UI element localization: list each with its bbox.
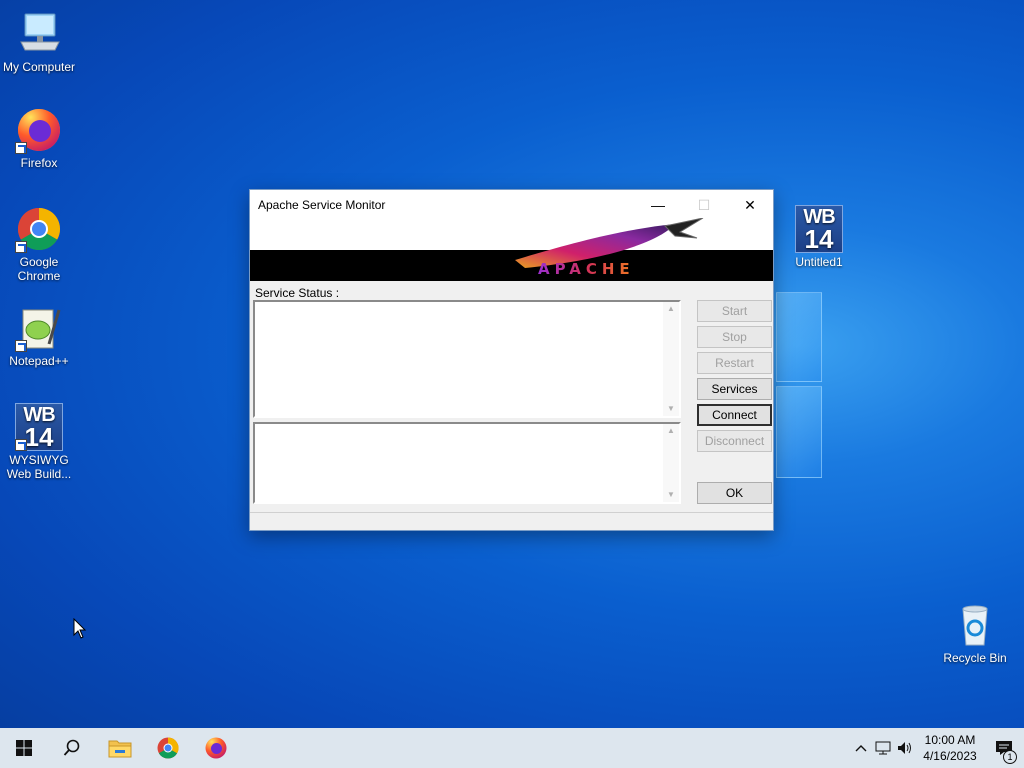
connect-button[interactable]: Connect (697, 404, 772, 426)
start-button[interactable] (0, 728, 48, 768)
taskbar: 10:00 AM 4/16/2023 1 (0, 728, 1024, 768)
apache-banner-text: APACHE (538, 260, 635, 278)
services-button[interactable]: Services (697, 378, 772, 400)
scroll-up-icon[interactable]: ▲ (663, 424, 679, 438)
minimize-button[interactable]: — (635, 190, 681, 220)
firefox-icon (15, 106, 63, 154)
chrome-icon (15, 205, 63, 253)
desktop-icon-chrome[interactable]: Google Chrome (1, 205, 77, 283)
desktop-icon-recycle-bin[interactable]: Recycle Bin (937, 601, 1013, 665)
file-explorer-icon (108, 740, 132, 758)
title-bar[interactable]: Apache Service Monitor — ☐ ✕ (250, 190, 773, 220)
clock-time: 10:00 AM (924, 733, 976, 747)
desktop-icon-firefox[interactable]: Firefox (1, 106, 77, 170)
desktop-icon-label: My Computer (2, 60, 76, 74)
shortcut-arrow-icon (15, 241, 27, 253)
search-icon (63, 739, 80, 756)
desktop-icon-label: Google Chrome (17, 255, 61, 283)
status-messages-list[interactable]: ▲ ▼ (253, 422, 681, 504)
desktop-icon-my-computer[interactable]: My Computer (1, 10, 77, 74)
wb-tile-line2: 14 (804, 224, 834, 254)
restart-button[interactable]: Restart (697, 352, 772, 374)
notification-count-badge: 1 (1003, 750, 1017, 764)
notepadpp-icon (15, 304, 63, 352)
shortcut-arrow-icon (15, 340, 27, 352)
status-messages-scrollbar[interactable]: ▲ ▼ (663, 424, 679, 502)
show-hidden-icons-chevron-icon[interactable] (850, 728, 872, 768)
desktop-icon-label: Untitled1 (795, 255, 843, 269)
scroll-down-icon[interactable]: ▼ (663, 488, 679, 502)
taskbar-chrome[interactable] (144, 728, 192, 768)
mouse-cursor-icon (73, 618, 87, 639)
window-status-bar (250, 512, 773, 530)
wysiwyg-icon: WB 14 (795, 205, 843, 253)
ok-button[interactable]: OK (697, 482, 772, 504)
desktop-icon-label: Recycle Bin (943, 651, 1007, 665)
close-button[interactable]: ✕ (727, 190, 773, 220)
scroll-down-icon[interactable]: ▼ (663, 402, 679, 416)
maximize-button[interactable]: ☐ (681, 190, 727, 220)
recycle-bin-icon (951, 601, 999, 649)
computer-icon (15, 10, 63, 58)
clock-date: 4/16/2023 (923, 749, 977, 763)
taskbar-search-button[interactable] (48, 728, 96, 768)
apache-service-monitor-window: Apache Service Monitor — ☐ ✕ APACHE Serv… (249, 189, 774, 531)
taskbar-firefox[interactable] (192, 728, 240, 768)
services-list-scrollbar[interactable]: ▲ ▼ (663, 302, 679, 416)
volume-icon[interactable] (894, 728, 916, 768)
wallpaper-pane-top (776, 292, 822, 382)
taskbar-clock[interactable]: 10:00 AM 4/16/2023 (916, 732, 984, 764)
services-list[interactable]: ▲ ▼ (253, 300, 681, 418)
apache-banner: APACHE (250, 218, 773, 281)
firefox-icon (205, 737, 227, 759)
system-tray: 10:00 AM 4/16/2023 1 (850, 728, 1024, 768)
desktop-icon-label: WYSIWYG Web Build... (6, 453, 72, 481)
desktop-icon-wysiwyg[interactable]: WB 14 WYSIWYG Web Build... (1, 403, 77, 481)
desktop-icon-label: Notepad++ (9, 354, 69, 368)
windows-start-icon (16, 740, 32, 756)
taskbar-file-explorer[interactable] (96, 728, 144, 768)
wysiwyg-icon: WB 14 (15, 403, 63, 451)
desktop-icon-untitled1[interactable]: WB 14 Untitled1 (781, 205, 857, 269)
desktop-icon-label: Firefox (20, 156, 58, 170)
window-title: Apache Service Monitor (258, 198, 386, 212)
stop-button[interactable]: Stop (697, 326, 772, 348)
scroll-up-icon[interactable]: ▲ (663, 302, 679, 316)
action-center-button[interactable]: 1 (984, 728, 1024, 768)
start-button[interactable]: Start (697, 300, 772, 322)
chrome-icon (157, 737, 179, 759)
network-icon[interactable] (872, 728, 894, 768)
desktop-icon-notepadpp[interactable]: Notepad++ (1, 304, 77, 368)
disconnect-button[interactable]: Disconnect (697, 430, 772, 452)
shortcut-arrow-icon (15, 439, 27, 451)
shortcut-arrow-icon (15, 142, 27, 154)
wallpaper-pane-bottom (776, 386, 822, 478)
service-status-label: Service Status : (255, 286, 340, 300)
